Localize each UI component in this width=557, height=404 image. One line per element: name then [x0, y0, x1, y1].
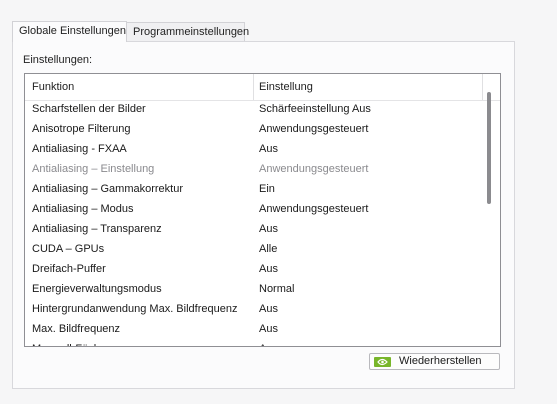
restore-button-label: Wiederherstellen — [399, 355, 482, 367]
row-setting[interactable]: Anwendungsgesteuert — [259, 163, 368, 175]
row-setting[interactable]: Schärfeeinstellung Aus — [259, 103, 371, 115]
table-row[interactable]: Maxwell-Fächer... Aus — [25, 341, 482, 346]
settings-label: Einstellungen: — [23, 54, 93, 66]
table-row[interactable]: Antialiasing – Einstellung Anwendungsgest… — [25, 161, 482, 181]
row-setting[interactable]: Aus — [259, 143, 278, 155]
row-setting[interactable]: Aus — [259, 303, 278, 315]
row-setting[interactable]: Aus — [259, 223, 278, 235]
row-setting[interactable]: Anwendungsgesteuert — [259, 123, 368, 135]
table-row[interactable]: Dreifach-Puffer Aus — [25, 261, 482, 281]
row-setting[interactable]: Aus — [259, 323, 278, 335]
row-setting[interactable]: Aus — [259, 343, 278, 346]
row-setting[interactable]: Anwendungsgesteuert — [259, 203, 368, 215]
column-header-function[interactable]: Funktion — [32, 81, 74, 93]
row-setting[interactable]: Alle — [259, 243, 277, 255]
table-row[interactable]: Hintergrundanwendung Max. Bildfrequenz Au… — [25, 301, 482, 321]
list-header: Funktion Einstellung — [25, 74, 500, 101]
tab-program-settings[interactable]: Programmeinstellungen — [126, 22, 249, 41]
table-row[interactable]: CUDA – GPUs Alle — [25, 241, 482, 261]
column-divider[interactable] — [253, 74, 254, 100]
row-function: Antialiasing – Transparenz — [32, 223, 162, 235]
settings-list[interactable]: Funktion Einstellung Scharfstellen der B… — [24, 73, 501, 347]
table-row[interactable]: Scharfstellen der Bilder Schärfeeinstellu… — [25, 101, 482, 121]
list-rows: Scharfstellen der Bilder Schärfeeinstellu… — [25, 101, 482, 346]
column-divider — [482, 74, 483, 100]
table-row[interactable]: Energieverwaltungsmodus Normal — [25, 281, 482, 301]
table-row[interactable]: Anisotrope Filterung Anwendungsgesteuert — [25, 121, 482, 141]
restore-button[interactable]: Wiederherstellen — [369, 353, 500, 370]
row-function: Antialiasing – Modus — [32, 203, 134, 215]
table-row[interactable]: Antialiasing - FXAA Aus — [25, 141, 482, 161]
row-function: Dreifach-Puffer — [32, 263, 106, 275]
row-function: Energieverwaltungsmodus — [32, 283, 162, 295]
table-row[interactable]: Max. Bildfrequenz Aus — [25, 321, 482, 341]
table-row[interactable]: Antialiasing – Transparenz Aus — [25, 221, 482, 241]
table-row[interactable]: Antialiasing – Modus Anwendungsgesteuert — [25, 201, 482, 221]
row-setting[interactable]: Normal — [259, 283, 294, 295]
row-function: Scharfstellen der Bilder — [32, 103, 146, 115]
table-row[interactable]: Antialiasing – Gammakorrektur Ein — [25, 181, 482, 201]
vertical-scrollbar[interactable] — [487, 92, 491, 204]
row-function: Antialiasing – Gammakorrektur — [32, 183, 184, 195]
nvidia-logo-icon — [374, 357, 391, 367]
row-function: Anisotrope Filterung — [32, 123, 131, 135]
row-function: Antialiasing - FXAA — [32, 143, 127, 155]
row-setting[interactable]: Ein — [259, 183, 275, 195]
row-function: CUDA – GPUs — [32, 243, 105, 255]
row-function: Max. Bildfrequenz — [32, 323, 121, 335]
tab-global-settings[interactable]: Globale Einstellungen — [12, 21, 127, 42]
row-function: Maxwell-Fächer... — [32, 343, 118, 346]
column-header-setting[interactable]: Einstellung — [259, 81, 313, 93]
row-setting[interactable]: Aus — [259, 263, 278, 275]
row-function: Hintergrundanwendung Max. Bildfrequenz — [32, 303, 238, 315]
row-function: Antialiasing – Einstellung — [32, 163, 155, 175]
